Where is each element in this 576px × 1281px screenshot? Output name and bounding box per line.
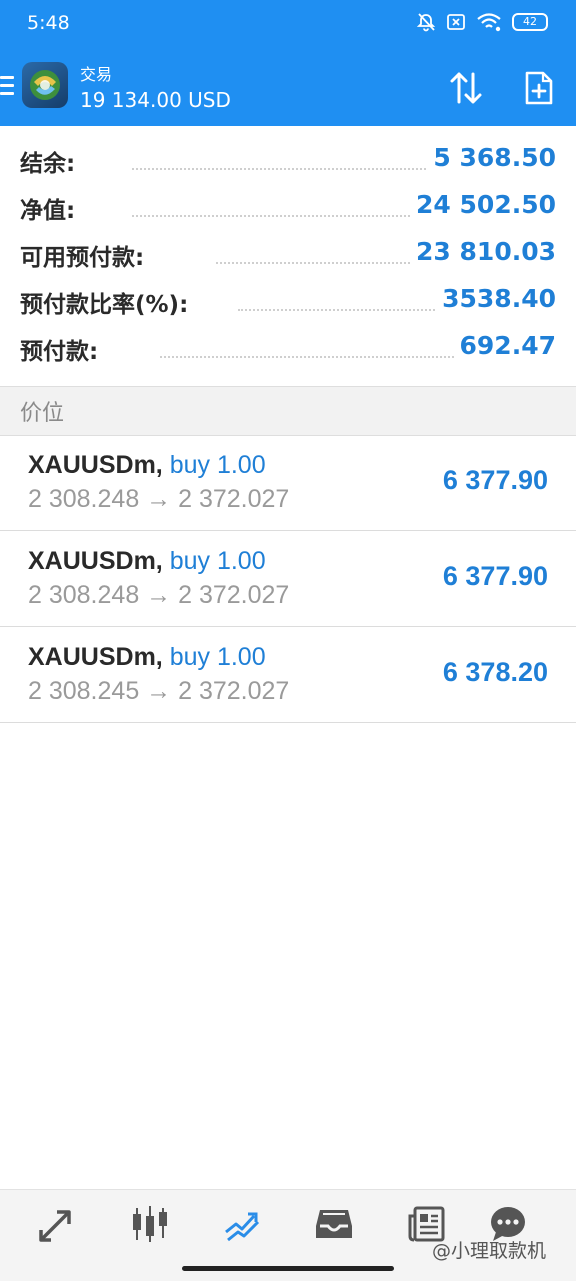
watermark: @小理取款机 <box>432 1240 547 1262</box>
status-icons: 42 <box>416 12 548 32</box>
summary-label: 预付款比率(%): <box>20 285 195 319</box>
position-profit: 6 377.90 <box>442 465 548 495</box>
status-bar: 5:48 42 <box>0 0 576 48</box>
chart-candles-icon <box>133 1206 167 1242</box>
position-side: buy 1.00 <box>169 451 266 479</box>
summary-value: 24 502.50 <box>410 190 556 219</box>
account-summary: 结余: 5 368.50 净值: 24 502.50 可用预付款: 23 810… <box>0 138 576 373</box>
position-row[interactable]: XAUUSDm, buy 1.00 2 308.248 → 2 372.027 … <box>0 531 576 627</box>
summary-value: 692.47 <box>453 331 556 360</box>
summary-row-margin-level: 预付款比率(%): 3538.40 <box>0 279 576 326</box>
sim-off-icon <box>447 14 465 30</box>
app-bar: 交易 19 134.00 USD <box>0 48 576 126</box>
nav-history[interactable] <box>314 1204 354 1244</box>
summary-value: 3538.40 <box>436 284 556 313</box>
summary-value: 23 810.03 <box>410 237 556 266</box>
trade-icon <box>225 1212 260 1242</box>
position-profit: 6 378.20 <box>442 657 548 687</box>
summary-row-margin: 预付款: 692.47 <box>0 326 576 373</box>
position-symbol-line: XAUUSDm, buy 1.00 <box>28 643 266 672</box>
new-order-button[interactable] <box>524 70 554 106</box>
summary-row-equity: 净值: 24 502.50 <box>0 185 576 232</box>
position-symbol-line: XAUUSDm, buy 1.00 <box>28 451 266 480</box>
position-prices: 2 308.245 → 2 372.027 <box>28 677 290 705</box>
status-time: 5:48 <box>27 12 70 34</box>
position-symbol: XAUUSDm, <box>28 547 163 575</box>
position-symbol: XAUUSDm, <box>28 451 163 479</box>
nav-trade[interactable] <box>222 1204 262 1244</box>
position-profit: 6 377.90 <box>442 561 548 591</box>
nav-chart[interactable] <box>130 1204 170 1244</box>
position-row[interactable]: XAUUSDm, buy 1.00 2 308.245 → 2 372.027 … <box>0 627 576 723</box>
summary-row-free-margin: 可用预付款: 23 810.03 <box>0 232 576 279</box>
page-title: 交易 <box>80 65 113 84</box>
section-title: 价位 <box>20 401 65 426</box>
position-side: buy 1.00 <box>169 547 266 575</box>
positions-list: XAUUSDm, buy 1.00 2 308.248 → 2 372.027 … <box>0 435 576 723</box>
position-side: buy 1.00 <box>169 643 266 671</box>
position-symbol-line: XAUUSDm, buy 1.00 <box>28 547 266 576</box>
summary-label: 净值: <box>20 191 82 225</box>
position-row[interactable]: XAUUSDm, buy 1.00 2 308.248 → 2 372.027 … <box>0 435 576 531</box>
summary-value: 5 368.50 <box>427 143 556 172</box>
position-symbol: XAUUSDm, <box>28 643 163 671</box>
home-indicator[interactable] <box>182 1266 394 1271</box>
menu-icon[interactable] <box>0 76 14 96</box>
metatrader-logo <box>22 62 68 108</box>
nav-quotes[interactable] <box>37 1204 77 1244</box>
summary-label: 可用预付款: <box>20 238 151 272</box>
summary-row-balance: 结余: 5 368.50 <box>0 138 576 185</box>
new-document-icon <box>525 71 553 105</box>
position-prices: 2 308.248 → 2 372.027 <box>28 485 290 513</box>
sort-button[interactable] <box>448 68 484 108</box>
summary-label: 预付款: <box>20 332 105 366</box>
position-prices: 2 308.248 → 2 372.027 <box>28 581 290 609</box>
positions-section-header: 价位 <box>0 386 576 436</box>
bell-muted-icon <box>416 13 436 32</box>
history-inbox-icon <box>316 1210 352 1238</box>
account-balance: 19 134.00 USD <box>80 88 231 112</box>
wifi-icon <box>477 13 501 32</box>
summary-label: 结余: <box>20 144 82 178</box>
battery-icon: 42 <box>512 13 548 31</box>
quotes-arrows-icon <box>39 1210 71 1242</box>
sort-arrows-icon <box>450 72 482 104</box>
